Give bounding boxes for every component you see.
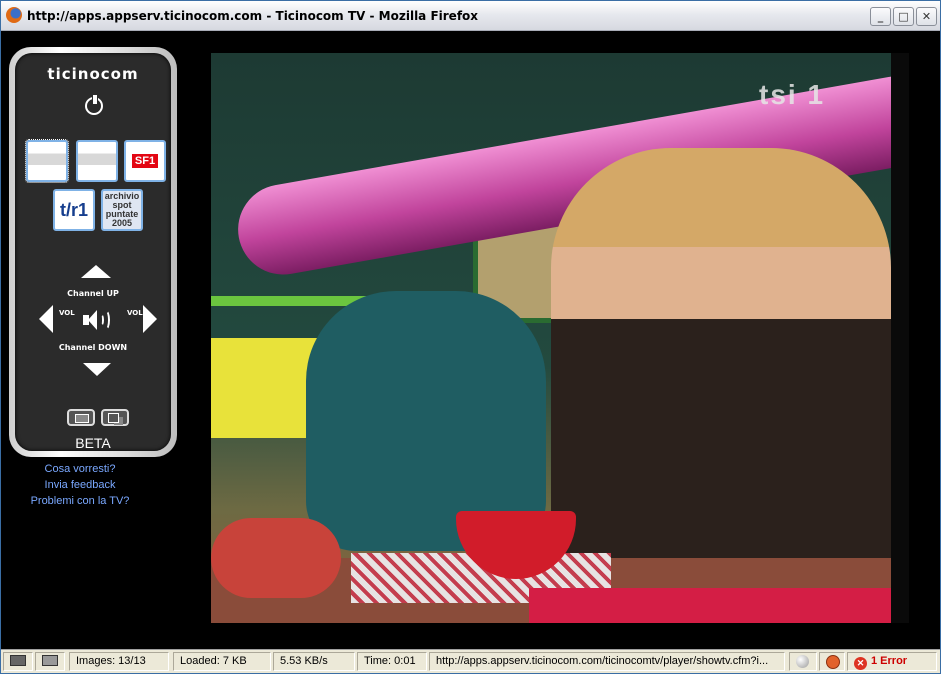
video-scene-presenter — [551, 148, 891, 598]
status-time: Time: 0:01 — [357, 652, 427, 671]
status-images: Images: 13/13 — [69, 652, 169, 671]
channel-up-label: Channel UP — [67, 289, 119, 298]
channel-down-label: Channel DOWN — [58, 343, 128, 352]
volume-down-arrow-icon[interactable] — [39, 305, 53, 333]
status-url: http://apps.appserv.ticinocom.com/ticino… — [429, 652, 785, 671]
title-bar: http://apps.appserv.ticinocom.com - Tici… — [1, 1, 940, 31]
window-title: http://apps.appserv.ticinocom.com - Tici… — [27, 9, 479, 23]
popout-icon[interactable] — [101, 409, 129, 426]
firefox-icon — [6, 7, 22, 23]
power-icon[interactable] — [85, 95, 103, 115]
close-button[interactable]: ✕ — [916, 7, 937, 26]
vol-left-label: VOL — [59, 309, 75, 317]
speaker-icon[interactable] — [83, 309, 113, 331]
remote-body: ticinocom SF1 t/r1 archivio spot puntate… — [15, 53, 171, 451]
channel-button-tsi1[interactable]: t/r1 — [53, 189, 95, 231]
status-loaded: Loaded: 7 KB — [173, 652, 271, 671]
remote-control: ticinocom SF1 t/r1 archivio spot puntate… — [9, 47, 177, 457]
feedback-link[interactable]: Invia feedback — [1, 479, 159, 491]
status-ball-icon[interactable] — [789, 652, 817, 671]
status-bar: Images: 13/13 Loaded: 7 KB 5.53 KB/s Tim… — [1, 649, 940, 673]
channel-button-archive[interactable]: archivio spot puntate 2005 — [101, 189, 143, 231]
status-monitor-icon[interactable] — [3, 652, 33, 671]
volume-up-arrow-icon[interactable] — [143, 305, 157, 333]
status-tool-icon[interactable] — [35, 652, 65, 671]
vol-right-label: VOL — [127, 309, 143, 317]
fullscreen-icon[interactable] — [67, 409, 95, 426]
video-scene-edge — [891, 53, 909, 623]
channel-up-arrow-icon[interactable] — [81, 265, 111, 278]
status-error[interactable]: ✕ 1 Error — [847, 652, 937, 671]
video-player[interactable]: tsi 1 — [211, 53, 909, 623]
tv-problems-link[interactable]: Problemi con la TV? — [1, 495, 159, 507]
sf1-logo: SF1 — [131, 154, 159, 168]
status-face-icon[interactable] — [819, 652, 845, 671]
minimize-button[interactable]: _ — [870, 7, 891, 26]
video-scene-apples — [211, 518, 341, 598]
channel-button-rsi-la2[interactable] — [76, 140, 118, 182]
channel-button-sf1[interactable]: SF1 — [124, 140, 166, 182]
beta-label: BETA — [75, 435, 111, 451]
video-scene-book — [529, 588, 909, 623]
error-icon: ✕ — [854, 657, 867, 670]
browser-window: http://apps.appserv.ticinocom.com - Tici… — [0, 0, 941, 674]
channel-watermark: tsi 1 — [759, 79, 826, 110]
wish-link[interactable]: Cosa vorresti? — [1, 463, 159, 475]
tsi1-logo: t/r1 — [59, 200, 88, 220]
error-count: 1 Error — [871, 655, 908, 667]
channel-down-arrow-icon[interactable] — [83, 363, 111, 376]
channel-button-rsi-la1[interactable] — [25, 139, 69, 183]
brand-logo: ticinocom — [47, 65, 139, 83]
status-speed: 5.53 KB/s — [273, 652, 355, 671]
maximize-button[interactable]: □ — [893, 7, 914, 26]
